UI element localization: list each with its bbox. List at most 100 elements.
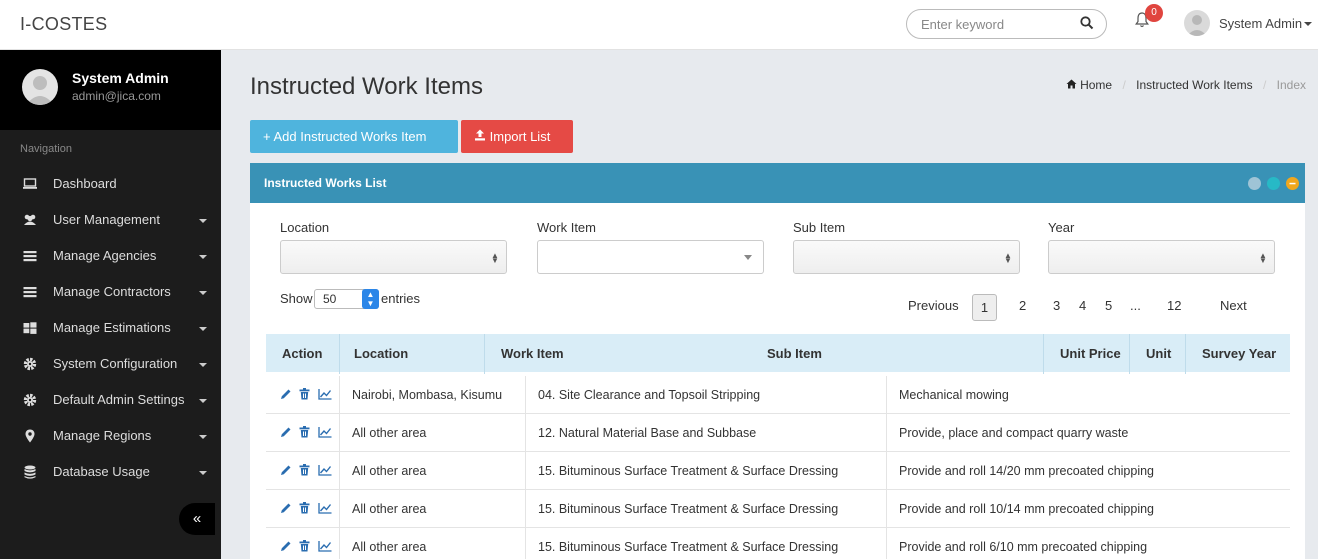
sidebar-item-manage-contractors[interactable]: Manage Contractors [0, 275, 221, 311]
notification-badge: 0 [1145, 4, 1163, 22]
line-chart-icon[interactable] [318, 388, 332, 400]
pagination-page[interactable]: 4 [1079, 298, 1086, 313]
sidebar-item-manage-estimations[interactable]: Manage Estimations [0, 311, 221, 347]
year-filter-label: Year [1048, 220, 1075, 235]
breadcrumb: Home / Instructed Work Items / Index [1066, 78, 1306, 92]
top-bar: I-COSTES 0 System Admin [0, 0, 1318, 50]
user-menu-name[interactable]: System Admin [1219, 16, 1302, 31]
sidebar-item-database-usage[interactable]: Database Usage [0, 455, 221, 491]
pagination-page[interactable]: 2 [1019, 298, 1026, 313]
search-input[interactable] [921, 16, 1071, 32]
column-header-sub-item[interactable]: Sub Item [751, 334, 1044, 374]
work-item-cell: 15. Bituminous Surface Treatment & Surfa… [526, 452, 887, 490]
add-instructed-works-item-button[interactable]: + Add Instructed Works Item [250, 120, 458, 153]
column-header-work-item[interactable]: Work Item [485, 334, 751, 374]
work-item-select[interactable] [537, 240, 764, 274]
users-icon [22, 212, 38, 228]
pagination-page[interactable]: 5 [1105, 298, 1112, 313]
pagination-page-current[interactable]: 1 [972, 294, 997, 321]
import-list-label: Import List [489, 129, 551, 144]
app-brand[interactable]: I-COSTES [20, 14, 107, 35]
refresh-icon[interactable] [1267, 177, 1280, 190]
sidebar-item-label: Database Usage [53, 464, 150, 479]
sidebar-item-manage-agencies[interactable]: Manage Agencies [0, 239, 221, 275]
sidebar-item-dashboard[interactable]: Dashboard [0, 167, 221, 203]
table-row: All other area 15. Bituminous Surface Tr… [266, 528, 1290, 559]
location-cell: All other area [340, 452, 526, 490]
import-list-button[interactable]: Import List [461, 120, 573, 153]
laptop-icon [22, 176, 38, 192]
pagination-ellipsis: ... [1130, 298, 1141, 313]
sidebar: System Admin admin@jica.com Navigation D… [0, 50, 221, 559]
trash-icon[interactable] [299, 426, 310, 438]
sub-item-select[interactable]: ▲ ▼ [793, 240, 1020, 274]
breadcrumb-home[interactable]: Home [1080, 78, 1112, 92]
panel-title: Instructed Works List [264, 176, 387, 190]
action-cell [266, 414, 340, 452]
table-row: All other area 15. Bituminous Surface Tr… [266, 452, 1290, 490]
page-size-select[interactable]: 50 ▲ ▼ [314, 289, 379, 309]
table-row: All other area 12. Natural Material Base… [266, 414, 1290, 452]
list-icon [22, 248, 38, 264]
trash-icon[interactable] [299, 540, 310, 552]
breadcrumb-section[interactable]: Instructed Work Items [1136, 78, 1252, 92]
location-cell: All other area [340, 490, 526, 528]
edit-icon[interactable] [280, 426, 292, 438]
year-select[interactable]: ▲ ▼ [1048, 240, 1275, 274]
home-icon[interactable] [1066, 78, 1077, 92]
map-marker-icon [22, 428, 38, 444]
trash-icon[interactable] [299, 502, 310, 514]
upload-icon [474, 129, 486, 144]
column-header-unit[interactable]: Unit [1130, 334, 1186, 374]
page-size-value: 50 [323, 292, 337, 306]
sidebar-item-default-admin-settings[interactable]: Default Admin Settings [0, 383, 221, 419]
collapse-icon[interactable] [1286, 177, 1299, 190]
action-cell [266, 528, 340, 559]
column-header-unit-price[interactable]: Unit Price [1044, 334, 1130, 374]
instructed-works-panel: Instructed Works List Location ▲ ▼ Work I… [250, 163, 1305, 559]
work-item-filter-label: Work Item [537, 220, 596, 235]
line-chart-icon[interactable] [318, 464, 332, 476]
action-cell [266, 452, 340, 490]
sidebar-item-user-management[interactable]: User Management [0, 203, 221, 239]
location-cell: All other area [340, 528, 526, 559]
sub-item-filter-label: Sub Item [793, 220, 846, 235]
action-cell [266, 376, 340, 414]
gear-icon [22, 392, 38, 408]
breadcrumb-separator: / [1262, 78, 1267, 92]
sidebar-item-manage-regions[interactable]: Manage Regions [0, 419, 221, 455]
sidebar-profile: System Admin admin@jica.com [0, 50, 221, 130]
column-header-survey-year[interactable]: Survey Year [1186, 334, 1290, 374]
edit-icon[interactable] [280, 540, 292, 552]
sub-item-cell: Provide and roll 10/14 mm precoated chip… [899, 502, 1155, 516]
column-header-action[interactable]: Action [266, 334, 340, 374]
pagination-next[interactable]: Next [1220, 298, 1247, 313]
column-header-location[interactable]: Location [340, 334, 485, 374]
edit-icon[interactable] [280, 502, 292, 514]
search-box [906, 9, 1107, 39]
sidebar-item-label: Manage Contractors [53, 284, 171, 299]
trash-icon[interactable] [299, 388, 310, 400]
trash-icon[interactable] [299, 464, 310, 476]
edit-icon[interactable] [280, 464, 292, 476]
windows-icon [22, 320, 38, 336]
edit-icon[interactable] [280, 388, 292, 400]
sidebar-item-label: Manage Agencies [53, 248, 157, 263]
breadcrumb-separator: / [1122, 78, 1126, 92]
chevron-down-icon[interactable] [1304, 22, 1312, 26]
avatar[interactable] [1184, 10, 1210, 36]
expand-icon[interactable] [1248, 177, 1261, 190]
line-chart-icon[interactable] [318, 502, 332, 514]
sidebar-item-system-configuration[interactable]: System Configuration [0, 347, 221, 383]
line-chart-icon[interactable] [318, 540, 332, 552]
location-select[interactable]: ▲ ▼ [280, 240, 507, 274]
sidebar-collapse-button[interactable]: « [179, 503, 215, 535]
search-icon[interactable] [1080, 16, 1094, 33]
pagination-previous[interactable]: Previous [908, 298, 959, 313]
caret-down-icon [199, 219, 207, 223]
pagination-page[interactable]: 12 [1167, 298, 1181, 313]
line-chart-icon[interactable] [318, 426, 332, 438]
select-arrows-icon: ▲ ▼ [1259, 251, 1267, 265]
work-item-cell: 15. Bituminous Surface Treatment & Surfa… [526, 528, 887, 559]
pagination-page[interactable]: 3 [1053, 298, 1060, 313]
